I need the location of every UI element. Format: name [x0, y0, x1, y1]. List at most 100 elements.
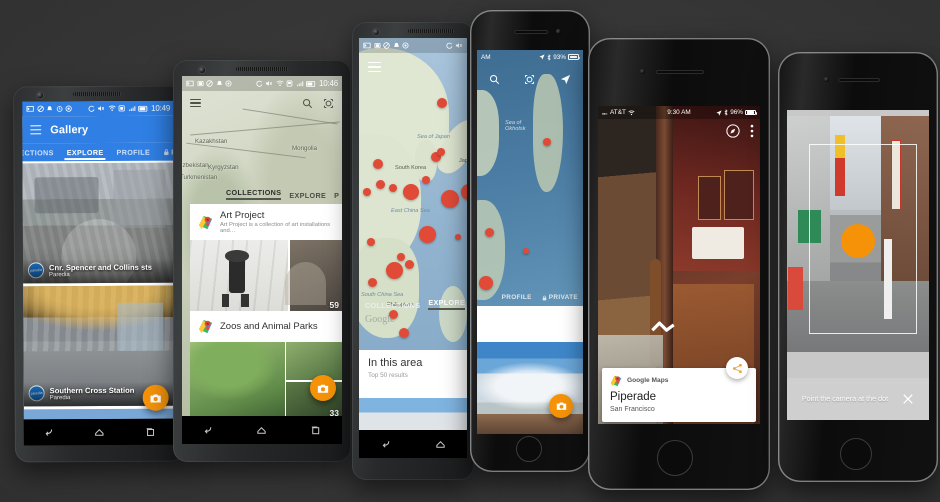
back-icon[interactable]: [381, 439, 392, 450]
map-marker[interactable]: [376, 180, 385, 189]
map-marker[interactable]: [437, 148, 445, 156]
status-bar: 10:49: [22, 100, 175, 117]
collection-header[interactable]: Art Project Art Project is a collection …: [190, 204, 342, 240]
tab-private[interactable]: PRIVATE: [542, 294, 578, 301]
gallery-card[interactable]: paredia Cnr. Spencer and Collins sts Par…: [22, 162, 176, 284]
map-marker-cluster[interactable]: [419, 226, 436, 243]
status-right-icons: [445, 42, 464, 49]
map-label-south-korea: South Korea: [395, 165, 427, 171]
sheet-photo-partial[interactable]: [359, 398, 467, 430]
map-marker[interactable]: [399, 328, 409, 338]
phone4-screen: Sea of Okhotsk AM 93% PROFILE PRIVATE: [477, 50, 583, 434]
back-icon[interactable]: [203, 425, 214, 436]
photo-table: [691, 226, 744, 259]
tab-profile[interactable]: PROFILE: [502, 294, 532, 301]
nav-bar: [359, 430, 467, 458]
cast-icon: [26, 106, 34, 112]
phone-lineup-scene: 10:49 Gallery COLLECTIONS EXPLORE PROFIL…: [0, 0, 940, 502]
hamburger-icon[interactable]: [30, 125, 42, 135]
tab-profile[interactable]: PROFILE: [115, 148, 153, 160]
tab-explore[interactable]: EXPLORE: [289, 191, 326, 200]
collection-title: Zoos and Animal Parks: [220, 321, 318, 332]
map-marker-cluster[interactable]: [479, 276, 493, 290]
map-marker[interactable]: [455, 234, 461, 240]
status-time: 10:46: [318, 79, 338, 88]
tab-collections[interactable]: COLLECTIONS: [22, 148, 56, 160]
fullscreen-icon[interactable]: [323, 98, 334, 109]
home-icon[interactable]: [435, 439, 446, 450]
hamburger-icon[interactable]: [190, 98, 201, 108]
map-marker-cluster[interactable]: [386, 262, 403, 279]
more-vertical-icon[interactable]: [750, 124, 754, 138]
app-bar: Gallery: [22, 115, 175, 144]
recents-icon[interactable]: [310, 425, 321, 436]
photo-detail: [34, 177, 99, 214]
panorama-photo[interactable]: [477, 342, 583, 434]
screenshot-icon: [119, 105, 126, 112]
brand-label: Google Maps: [627, 376, 669, 384]
map-marker[interactable]: [397, 253, 405, 261]
collection-tile[interactable]: [190, 240, 289, 312]
bottom-sheet[interactable]: In this area Top 50 results: [359, 350, 467, 398]
collection-tile[interactable]: [286, 342, 342, 380]
map-marker[interactable]: [389, 184, 397, 192]
cast-icon: [363, 42, 371, 49]
collection-tile[interactable]: 59: [284, 240, 342, 312]
earpiece-speaker: [408, 29, 454, 33]
map-marker[interactable]: [405, 260, 414, 269]
collection-title: Art Project: [220, 210, 265, 221]
front-camera-icon: [640, 69, 645, 74]
camera-fab-button[interactable]: [142, 384, 169, 411]
map-marker[interactable]: [437, 98, 447, 108]
home-button[interactable]: [840, 438, 872, 470]
home-button[interactable]: [516, 436, 542, 462]
map-marker[interactable]: [543, 138, 551, 146]
map-marker[interactable]: [485, 228, 494, 237]
collection-header[interactable]: Zoos and Animal Parks: [190, 311, 342, 342]
map-marker[interactable]: [363, 188, 371, 196]
back-icon[interactable]: [44, 427, 55, 438]
status-bar: AM 93%: [477, 50, 583, 64]
signal-icon: [602, 113, 608, 115]
home-button[interactable]: [657, 440, 693, 476]
share-button[interactable]: [726, 357, 748, 379]
fullscreen-icon[interactable]: [524, 74, 535, 85]
recents-icon[interactable]: [145, 426, 156, 437]
search-icon[interactable]: [302, 98, 313, 109]
map-marker-cluster[interactable]: [461, 184, 467, 200]
vibrate-icon: [36, 105, 44, 112]
tab-collections[interactable]: COLLECTIONS: [226, 188, 282, 200]
tab-explore[interactable]: EXPLORE: [428, 298, 465, 310]
place-card[interactable]: Google Maps Piperade San Francisco: [602, 357, 756, 422]
map-marker[interactable]: [368, 278, 377, 287]
photo-toolbar: [726, 124, 754, 138]
map-marker[interactable]: [367, 238, 375, 246]
cast-icon: [186, 80, 194, 87]
tab-collections[interactable]: COLLECTIONS: [365, 301, 420, 310]
bottom-sheet[interactable]: [477, 306, 583, 434]
sim-icon: [287, 80, 293, 87]
camera-fab-button[interactable]: [310, 375, 336, 401]
map-marker-cluster[interactable]: [441, 190, 459, 208]
hamburger-icon[interactable]: [368, 62, 381, 72]
home-icon[interactable]: [94, 426, 105, 437]
collection-tile[interactable]: [190, 342, 285, 420]
target-dot[interactable]: [841, 224, 875, 258]
camera-fab-button[interactable]: [549, 394, 573, 418]
compass-icon[interactable]: [726, 124, 740, 138]
location-icon: [539, 54, 545, 60]
map-marker-cluster[interactable]: [403, 184, 419, 200]
bluetooth-icon: [547, 53, 551, 61]
signal-icon: [296, 81, 304, 87]
tab-profile-partial[interactable]: P: [334, 191, 339, 200]
map-marker[interactable]: [373, 159, 383, 169]
close-icon[interactable]: [902, 393, 914, 405]
navigate-arrow-icon[interactable]: [560, 74, 571, 85]
collection-zoos: Zoos and Animal Parks 33: [190, 311, 342, 420]
tab-bar: PROFILE PRIVATE: [477, 294, 583, 301]
search-icon[interactable]: [489, 74, 500, 85]
tab-explore[interactable]: EXPLORE: [65, 148, 106, 160]
home-icon[interactable]: [256, 425, 267, 436]
map-marker[interactable]: [422, 176, 430, 184]
map-marker[interactable]: [523, 248, 529, 254]
